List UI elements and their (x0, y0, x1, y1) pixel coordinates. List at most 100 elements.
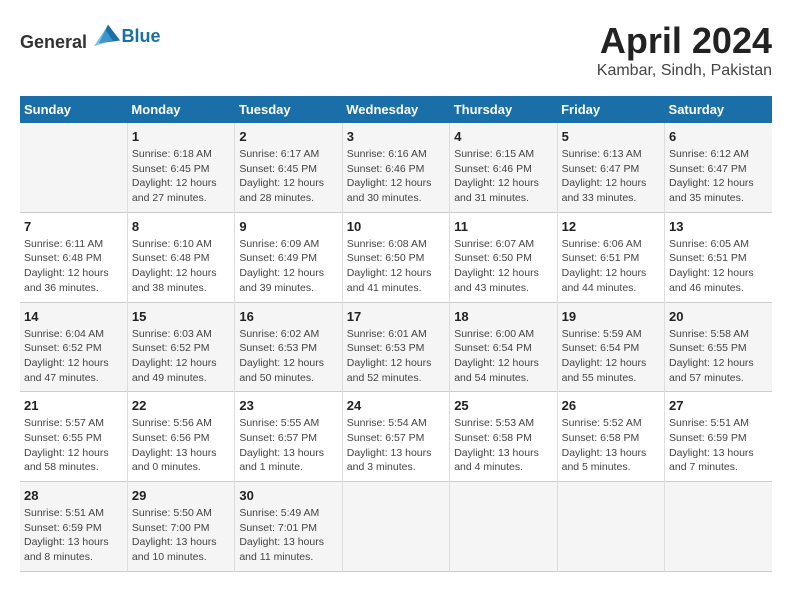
day-info: Sunrise: 5:57 AM Sunset: 6:55 PM Dayligh… (24, 416, 123, 475)
day-number: 15 (132, 309, 230, 324)
weekday-header-saturday: Saturday (665, 96, 772, 123)
day-number: 12 (562, 219, 660, 234)
weekday-header-friday: Friday (557, 96, 664, 123)
day-info: Sunrise: 6:07 AM Sunset: 6:50 PM Dayligh… (454, 237, 552, 296)
calendar-cell: 19 Sunrise: 5:59 AM Sunset: 6:54 PM Dayli… (557, 302, 664, 392)
day-info: Sunrise: 5:58 AM Sunset: 6:55 PM Dayligh… (669, 327, 768, 386)
day-number: 17 (347, 309, 445, 324)
day-number: 29 (132, 488, 230, 503)
day-info: Sunrise: 6:15 AM Sunset: 6:46 PM Dayligh… (454, 147, 552, 206)
calendar-cell: 25 Sunrise: 5:53 AM Sunset: 6:58 PM Dayli… (450, 392, 557, 482)
calendar-cell: 9 Sunrise: 6:09 AM Sunset: 6:49 PM Daylig… (235, 212, 342, 302)
day-number: 28 (24, 488, 123, 503)
calendar-cell: 24Sunrise: 5:54 AM Sunset: 6:57 PM Dayli… (342, 392, 449, 482)
logo-icon (94, 20, 122, 48)
day-info: Sunrise: 6:04 AM Sunset: 6:52 PM Dayligh… (24, 327, 123, 386)
calendar-cell (665, 482, 772, 572)
calendar-cell: 6Sunrise: 6:12 AM Sunset: 6:47 PM Daylig… (665, 123, 772, 212)
calendar-cell: 10Sunrise: 6:08 AM Sunset: 6:50 PM Dayli… (342, 212, 449, 302)
calendar-cell (450, 482, 557, 572)
day-number: 26 (562, 398, 660, 413)
title-section: April 2024 Kambar, Sindh, Pakistan (597, 20, 772, 80)
logo: General Blue (20, 20, 161, 53)
day-info: Sunrise: 6:06 AM Sunset: 6:51 PM Dayligh… (562, 237, 660, 296)
weekday-header-tuesday: Tuesday (235, 96, 342, 123)
calendar-cell: 5 Sunrise: 6:13 AM Sunset: 6:47 PM Daylig… (557, 123, 664, 212)
day-number: 7 (24, 219, 123, 234)
day-info: Sunrise: 5:59 AM Sunset: 6:54 PM Dayligh… (562, 327, 660, 386)
day-number: 16 (239, 309, 337, 324)
week-row-2: 7 Sunrise: 6:11 AM Sunset: 6:48 PM Daylig… (20, 212, 772, 302)
day-number: 8 (132, 219, 230, 234)
calendar-cell: 14 Sunrise: 6:04 AM Sunset: 6:52 PM Dayli… (20, 302, 127, 392)
calendar-cell: 23 Sunrise: 5:55 AM Sunset: 6:57 PM Dayli… (235, 392, 342, 482)
day-number: 9 (239, 219, 337, 234)
week-row-5: 28 Sunrise: 5:51 AM Sunset: 6:59 PM Dayli… (20, 482, 772, 572)
day-number: 5 (562, 129, 660, 144)
day-info: Sunrise: 5:51 AM Sunset: 6:59 PM Dayligh… (24, 506, 123, 565)
calendar-cell: 22Sunrise: 5:56 AM Sunset: 6:56 PM Dayli… (127, 392, 234, 482)
calendar-cell (20, 123, 127, 212)
day-number: 30 (239, 488, 337, 503)
calendar-cell: 8 Sunrise: 6:10 AM Sunset: 6:48 PM Daylig… (127, 212, 234, 302)
calendar-cell: 16 Sunrise: 6:02 AM Sunset: 6:53 PM Dayli… (235, 302, 342, 392)
day-info: Sunrise: 5:53 AM Sunset: 6:58 PM Dayligh… (454, 416, 552, 475)
calendar-cell: 21 Sunrise: 5:57 AM Sunset: 6:55 PM Dayli… (20, 392, 127, 482)
calendar-cell: 1 Sunrise: 6:18 AM Sunset: 6:45 PM Daylig… (127, 123, 234, 212)
day-info: Sunrise: 6:10 AM Sunset: 6:48 PM Dayligh… (132, 237, 230, 296)
day-info: Sunrise: 6:17 AM Sunset: 6:45 PM Dayligh… (239, 147, 337, 206)
calendar-cell: 15Sunrise: 6:03 AM Sunset: 6:52 PM Dayli… (127, 302, 234, 392)
day-number: 24 (347, 398, 445, 413)
calendar-cell: 20 Sunrise: 5:58 AM Sunset: 6:55 PM Dayli… (665, 302, 772, 392)
day-number: 4 (454, 129, 552, 144)
calendar-cell: 4 Sunrise: 6:15 AM Sunset: 6:46 PM Daylig… (450, 123, 557, 212)
day-number: 14 (24, 309, 123, 324)
day-info: Sunrise: 6:16 AM Sunset: 6:46 PM Dayligh… (347, 147, 445, 206)
day-number: 13 (669, 219, 768, 234)
day-info: Sunrise: 6:18 AM Sunset: 6:45 PM Dayligh… (132, 147, 230, 206)
day-info: Sunrise: 5:51 AM Sunset: 6:59 PM Dayligh… (669, 416, 768, 475)
day-info: Sunrise: 5:52 AM Sunset: 6:58 PM Dayligh… (562, 416, 660, 475)
day-info: Sunrise: 6:08 AM Sunset: 6:50 PM Dayligh… (347, 237, 445, 296)
day-number: 1 (132, 129, 230, 144)
day-info: Sunrise: 6:09 AM Sunset: 6:49 PM Dayligh… (239, 237, 337, 296)
weekday-header-monday: Monday (127, 96, 234, 123)
day-number: 20 (669, 309, 768, 324)
calendar-cell: 11 Sunrise: 6:07 AM Sunset: 6:50 PM Dayli… (450, 212, 557, 302)
week-row-1: 1 Sunrise: 6:18 AM Sunset: 6:45 PM Daylig… (20, 123, 772, 212)
day-number: 18 (454, 309, 552, 324)
weekday-header-wednesday: Wednesday (342, 96, 449, 123)
day-info: Sunrise: 6:01 AM Sunset: 6:53 PM Dayligh… (347, 327, 445, 386)
calendar-cell: 26 Sunrise: 5:52 AM Sunset: 6:58 PM Dayli… (557, 392, 664, 482)
week-row-3: 14 Sunrise: 6:04 AM Sunset: 6:52 PM Dayli… (20, 302, 772, 392)
weekday-header-thursday: Thursday (450, 96, 557, 123)
day-info: Sunrise: 6:11 AM Sunset: 6:48 PM Dayligh… (24, 237, 123, 296)
calendar-cell: 29Sunrise: 5:50 AM Sunset: 7:00 PM Dayli… (127, 482, 234, 572)
day-number: 19 (562, 309, 660, 324)
calendar-cell: 13 Sunrise: 6:05 AM Sunset: 6:51 PM Dayli… (665, 212, 772, 302)
day-info: Sunrise: 6:00 AM Sunset: 6:54 PM Dayligh… (454, 327, 552, 386)
day-number: 11 (454, 219, 552, 234)
day-number: 27 (669, 398, 768, 413)
day-info: Sunrise: 5:55 AM Sunset: 6:57 PM Dayligh… (239, 416, 337, 475)
day-number: 23 (239, 398, 337, 413)
week-row-4: 21 Sunrise: 5:57 AM Sunset: 6:55 PM Dayli… (20, 392, 772, 482)
calendar-cell: 28 Sunrise: 5:51 AM Sunset: 6:59 PM Dayli… (20, 482, 127, 572)
page-header: General Blue April 2024 Kambar, Sindh, P… (20, 20, 772, 80)
calendar-title: April 2024 (597, 20, 772, 62)
calendar-cell: 2 Sunrise: 6:17 AM Sunset: 6:45 PM Daylig… (235, 123, 342, 212)
day-info: Sunrise: 6:05 AM Sunset: 6:51 PM Dayligh… (669, 237, 768, 296)
calendar-cell: 18 Sunrise: 6:00 AM Sunset: 6:54 PM Dayli… (450, 302, 557, 392)
day-number: 25 (454, 398, 552, 413)
day-info: Sunrise: 5:49 AM Sunset: 7:01 PM Dayligh… (239, 506, 337, 565)
calendar-cell: 17 Sunrise: 6:01 AM Sunset: 6:53 PM Dayli… (342, 302, 449, 392)
day-info: Sunrise: 6:02 AM Sunset: 6:53 PM Dayligh… (239, 327, 337, 386)
calendar-cell: 12 Sunrise: 6:06 AM Sunset: 6:51 PM Dayli… (557, 212, 664, 302)
weekday-header-sunday: Sunday (20, 96, 127, 123)
calendar-table: SundayMondayTuesdayWednesdayThursdayFrid… (20, 96, 772, 572)
day-number: 21 (24, 398, 123, 413)
day-number: 2 (239, 129, 337, 144)
day-info: Sunrise: 6:13 AM Sunset: 6:47 PM Dayligh… (562, 147, 660, 206)
calendar-cell (342, 482, 449, 572)
calendar-cell: 30 Sunrise: 5:49 AM Sunset: 7:01 PM Dayli… (235, 482, 342, 572)
